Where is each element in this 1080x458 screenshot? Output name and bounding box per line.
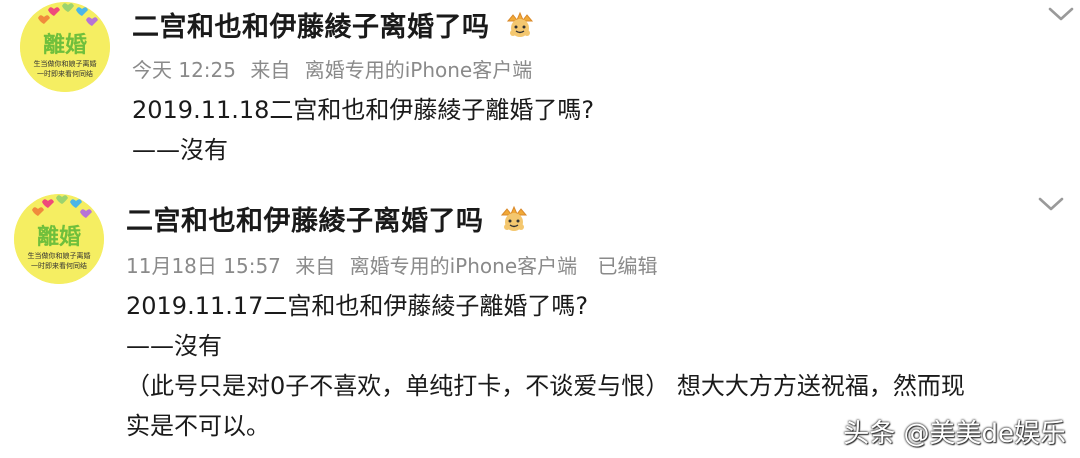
avatar[interactable]: 離婚 生当做你和娘子离婚 一时即来看何同结 (20, 2, 110, 92)
content-line: ——沒有 (132, 136, 228, 164)
avatar-subtext-2: 一时即来看何同结 (37, 69, 93, 78)
post-meta: 今天 12:25 来自 离婚专用的iPhone客户端 (132, 54, 540, 83)
avatar[interactable]: 離婚 生当做你和娘子离婚 一时即来看何同结 (14, 194, 104, 284)
watermark: 头条 @美美de娱乐 (843, 419, 1066, 449)
post-source[interactable]: 离婚专用的iPhone客户端 (305, 58, 533, 82)
content-line: （此号只是对0子不喜欢，单纯打卡，不谈爱与恨） 想大大方方送祝福，然而现 (126, 372, 965, 400)
username[interactable]: 二宫和也和伊藤綾子离婚了吗 (132, 5, 490, 44)
source-prefix: 来自 (295, 254, 336, 278)
avatar-subtext-1: 生当做你和娘子离婚 (28, 251, 91, 260)
content-line: ——沒有 (126, 332, 222, 360)
content-line: 2019.11.18二宫和也和伊藤綾子離婚了嗎? (132, 96, 595, 124)
post-1: 離婚 生当做你和娘子离婚 一时即来看何同结 二宫和也和伊藤綾子离婚了吗 今天 1… (0, 0, 1080, 180)
post-content: 2019.11.17二宫和也和伊藤綾子離婚了嗎? ——沒有 （此号只是对0子不喜… (126, 286, 965, 446)
crown-badge-icon (504, 9, 536, 39)
avatar-subtext-2: 一时即来看何同结 (31, 261, 87, 270)
chevron-down-icon[interactable] (1036, 194, 1066, 214)
name-row: 二宫和也和伊藤綾子离婚了吗 (132, 4, 536, 44)
post-time: 今天 12:25 (132, 58, 236, 82)
post-meta: 11月18日 15:57 来自 离婚专用的iPhone客户端 已编辑 (126, 250, 666, 279)
source-prefix: 来自 (250, 58, 291, 82)
edited-label[interactable]: 已编辑 (598, 254, 658, 278)
avatar-image: 離婚 生当做你和娘子离婚 一时即来看何同结 (14, 194, 104, 284)
post-content: 2019.11.18二宫和也和伊藤綾子離婚了嗎? ——沒有 (132, 90, 594, 170)
content-line: 实是不可以。 (126, 412, 270, 440)
avatar-title: 離婚 (37, 224, 81, 250)
username[interactable]: 二宫和也和伊藤綾子离婚了吗 (126, 199, 484, 238)
crown-badge-icon (498, 203, 530, 233)
post-time: 11月18日 15:57 (126, 254, 281, 278)
avatar-title: 離婚 (43, 32, 87, 58)
avatar-image: 離婚 生当做你和娘子离婚 一时即来看何同结 (20, 2, 110, 92)
post-source[interactable]: 离婚专用的iPhone客户端 (350, 254, 578, 278)
avatar-subtext-1: 生当做你和娘子离婚 (34, 59, 97, 68)
chevron-down-icon[interactable] (1046, 4, 1076, 24)
content-line: 2019.11.17二宫和也和伊藤綾子離婚了嗎? (126, 292, 589, 320)
name-row: 二宫和也和伊藤綾子离婚了吗 (126, 198, 530, 238)
